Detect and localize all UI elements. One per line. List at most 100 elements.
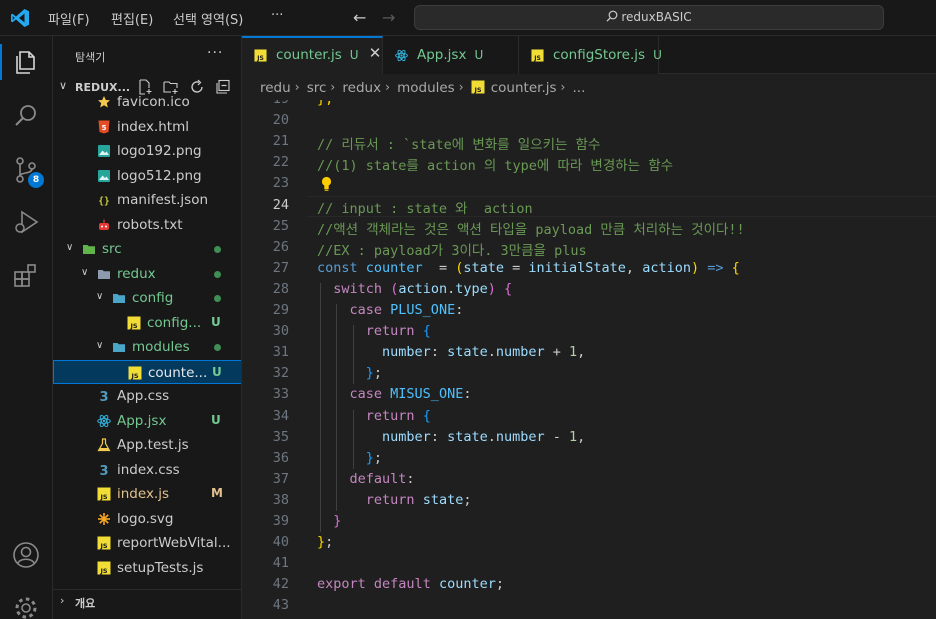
- account-icon[interactable]: [12, 541, 40, 569]
- svg-text:{}: {}: [98, 196, 109, 207]
- tree-file[interactable]: 3 index.css: [53, 458, 241, 482]
- tree-item-label: index.js: [117, 486, 170, 502]
- line-number: 25: [272, 217, 289, 234]
- tree-item-label: logo512.png: [117, 167, 202, 184]
- code-line: return {: [365, 407, 431, 424]
- tree-file[interactable]: JS setupTests.js: [53, 556, 241, 580]
- svg-text:JS: JS: [129, 322, 137, 330]
- tree-file[interactable]: App.test.js: [53, 433, 241, 457]
- explorer-more-button[interactable]: ···: [207, 45, 223, 61]
- js-icon: JS: [97, 561, 111, 575]
- css-icon: 3: [99, 464, 108, 477]
- tree-file[interactable]: App.jsx U: [53, 409, 241, 433]
- indent-guide: [336, 304, 337, 511]
- tree-file[interactable]: logo.svg: [53, 507, 241, 531]
- run-debug-icon[interactable]: [12, 208, 40, 236]
- menu-edit[interactable]: 편집(E): [111, 9, 153, 28]
- code-line: //(1) state를 action 의 type에 따라 변경하는 함수: [317, 158, 674, 175]
- chevron-down-icon: ∨: [96, 340, 104, 351]
- tab-label: configStore.js: [553, 47, 646, 63]
- tree-folder-config[interactable]: ∨ config: [53, 286, 241, 310]
- outline-section[interactable]: › 개요: [53, 589, 241, 613]
- menu-file[interactable]: 파일(F): [48, 9, 90, 28]
- code-line: number: state.number - 1,: [382, 428, 586, 445]
- tree-item-label: modules: [132, 339, 190, 355]
- chevron-right-icon: ›: [385, 80, 390, 94]
- tree-file[interactable]: 3 App.css: [53, 384, 241, 408]
- tree-item-label: src: [102, 241, 122, 257]
- tree-file[interactable]: favicon.ico: [53, 90, 241, 114]
- line-number: 21: [272, 133, 289, 150]
- breadcrumb-item[interactable]: ...: [573, 80, 586, 96]
- line-number: 32: [272, 365, 289, 382]
- indent-guide: [320, 282, 321, 533]
- svg-text:3: 3: [99, 390, 108, 403]
- react-icon: [97, 414, 111, 427]
- breadcrumb-item[interactable]: counter.js: [491, 80, 557, 96]
- tree-file[interactable]: JS counte... U: [53, 359, 241, 384]
- line-number: 30: [272, 323, 289, 340]
- menu-selection[interactable]: 선택 영역(S): [173, 9, 243, 28]
- breadcrumb-item[interactable]: redu: [260, 80, 291, 96]
- tree-file[interactable]: 5 index.html: [53, 115, 241, 139]
- close-icon[interactable]: ✕: [369, 44, 382, 62]
- chevron-right-icon: ›: [60, 594, 65, 607]
- line-number: 23: [272, 175, 289, 192]
- tree-file[interactable]: logo512.png: [53, 164, 241, 188]
- git-status-badge: U: [212, 364, 222, 379]
- code-editor[interactable]: 19}; 20 21 // 리듀서 : `state에 변화를 일으키는 함수 22 //…: [242, 100, 936, 619]
- extensions-icon[interactable]: [12, 262, 40, 290]
- tree-folder-src[interactable]: ∨ src: [53, 237, 241, 261]
- back-arrow-icon[interactable]: ←: [353, 8, 366, 27]
- line-number: 42: [272, 576, 289, 593]
- tree-file[interactable]: robots.txt: [53, 213, 241, 237]
- line-number: 20: [272, 112, 289, 129]
- folder-icon: [113, 294, 125, 303]
- tree-file[interactable]: JS reportWebVital...: [53, 531, 241, 555]
- line-number: 34: [272, 407, 289, 424]
- code-line: // 리듀서 : `state에 변화를 일으키는 함수: [317, 137, 601, 154]
- chevron-down-icon: ∨: [96, 291, 104, 302]
- js-icon: JS: [254, 49, 267, 62]
- js-icon: JS: [471, 80, 485, 94]
- svg-text:JS: JS: [99, 493, 107, 501]
- tree-folder-redux[interactable]: ∨ redux: [53, 262, 241, 286]
- tree-item-label: setupTests.js: [117, 559, 204, 576]
- breadcrumb-item[interactable]: redux: [342, 80, 381, 96]
- tree-file[interactable]: {} manifest.json: [53, 188, 241, 212]
- explorer-icon[interactable]: [12, 48, 40, 76]
- tree-file[interactable]: JS index.js M: [53, 482, 241, 506]
- line-number: 40: [272, 534, 289, 551]
- breadcrumb-item[interactable]: modules: [397, 80, 455, 96]
- tab-label: App.jsx: [417, 47, 467, 63]
- search-view-icon[interactable]: [12, 102, 40, 130]
- image-icon: [98, 169, 110, 182]
- menu-more[interactable]: ···: [271, 8, 283, 23]
- line-number: 37: [272, 470, 289, 487]
- search-icon: [606, 10, 618, 22]
- settings-gear-icon[interactable]: [12, 594, 40, 619]
- breadcrumb-item[interactable]: src: [307, 80, 327, 96]
- line-number: 22: [272, 154, 289, 171]
- tree-folder-modules[interactable]: ∨ modules: [53, 335, 241, 359]
- svg-text:JS: JS: [99, 542, 107, 550]
- svg-text:JS: JS: [533, 55, 541, 62]
- code-line: return {: [365, 323, 431, 340]
- tree-file[interactable]: logo192.png: [53, 139, 241, 163]
- tree-file[interactable]: JS config... U: [53, 311, 241, 335]
- svg-text:JS: JS: [99, 567, 107, 575]
- command-center-search[interactable]: reduxBASIC: [414, 5, 884, 30]
- forward-arrow-icon[interactable]: →: [382, 8, 395, 27]
- json-icon: {}: [98, 196, 109, 207]
- code-line: //액션 객체라는 것은 액션 타입을 payload 만큼 처리하는 것이다!…: [317, 221, 745, 238]
- line-number: 24: [272, 196, 289, 213]
- code-line: number: state.number + 1,: [382, 344, 586, 361]
- tab-configStore-js[interactable]: JS configStore.js U: [519, 36, 662, 74]
- chevron-right-icon: ›: [560, 80, 566, 94]
- lightbulb-icon[interactable]: [320, 176, 333, 192]
- tab-counter-js[interactable]: JS counter.js U ✕: [242, 36, 383, 74]
- line-number: 31: [272, 344, 289, 361]
- modified-dot: [214, 270, 221, 278]
- active-indicator: [0, 44, 2, 80]
- tab-App-jsx[interactable]: App.jsx U: [383, 36, 519, 74]
